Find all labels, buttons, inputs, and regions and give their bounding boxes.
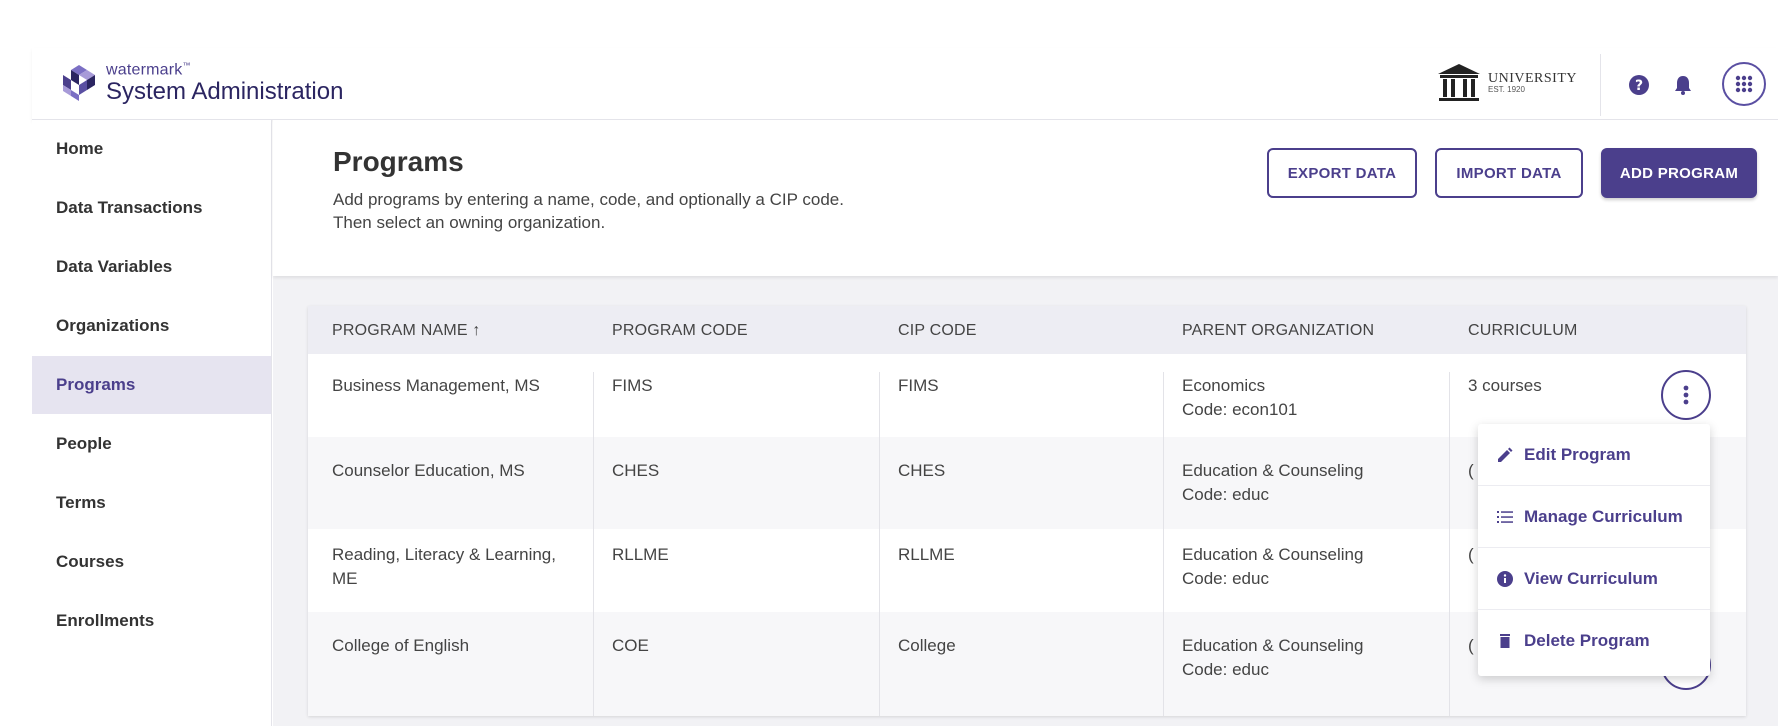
org-code: Code: econ101 [1182,400,1298,419]
cell-program-code: FIMS [612,376,653,395]
column-divider [1163,437,1164,529]
cell-program-code: RLLME [612,545,669,564]
university-logo: UNIVERSITY EST. 1920 [1436,62,1577,104]
page-description-line-2: Then select an owning organization. [333,213,606,232]
cell-program-name: College of English [332,636,470,655]
org-name: Education & Counseling [1182,636,1364,655]
column-divider [593,529,594,612]
column-divider [1449,437,1450,529]
column-divider [593,372,594,437]
header-program-code[interactable]: PROGRAM CODE [612,322,748,340]
sidebar-item-people[interactable]: People [32,414,271,473]
org-code: Code: educ [1182,485,1269,504]
cell-cip-code: FIMS [898,376,939,395]
cell-program-code: CHES [612,461,660,480]
header-divider [1600,54,1601,116]
menu-item-edit-program[interactable]: Edit Program [1478,424,1710,486]
import-data-button[interactable]: IMPORT DATA [1435,148,1583,198]
cell-cip-code: RLLME [898,545,955,564]
sidebar-item-home[interactable]: Home [32,120,271,179]
watermark-logo-icon [63,65,95,102]
page-title: Programs [333,146,464,177]
cell-curriculum: ( [1468,545,1474,564]
menu-item-view-curriculum[interactable]: View Curriculum [1478,548,1710,610]
column-divider [1163,372,1164,437]
column-divider [1163,612,1164,716]
sidebar-item-organizations[interactable]: Organizations [32,297,271,356]
sidebar-nav: Home Data Transactions Data Variables Or… [32,120,272,726]
cell-program-name: Counselor Education, MS [332,461,525,480]
page-description: Add programs by entering a name, code, a… [333,188,844,234]
org-name: Economics [1182,376,1266,395]
brand-name: watermark™ [106,61,191,79]
page-header: Programs Add programs by entering a name… [273,120,1778,276]
org-name: Education & Counseling [1182,461,1364,480]
info-icon [1497,570,1513,587]
page-description-line-1: Add programs by entering a name, code, a… [333,190,844,209]
university-est: EST. 1920 [1488,85,1525,95]
add-program-button[interactable]: ADD PROGRAM [1601,148,1757,198]
org-code: Code: educ [1182,569,1269,588]
apps-grid-button[interactable] [1722,62,1766,106]
sidebar-item-enrollments[interactable]: Enrollments [32,591,271,650]
list-icon [1497,510,1513,523]
column-divider [593,612,594,716]
cell-parent-organization: Education & Counseling Code: educ [1182,543,1363,591]
table-header: PROGRAM NAME ↑ PROGRAM CODE CIP CODE PAR… [308,306,1746,354]
org-code: Code: educ [1182,660,1269,679]
help-icon[interactable]: ? [1628,74,1650,96]
cell-curriculum: ( [1468,636,1474,655]
cell-curriculum: 3 courses [1468,376,1542,395]
cell-program-name: Business Management, MS [332,376,540,395]
svg-text:?: ? [1635,78,1643,94]
cell-program-name: Reading, Literacy & Learning, ME [332,545,556,588]
sidebar-item-courses[interactable]: Courses [32,532,271,591]
column-divider [1163,529,1164,612]
more-vertical-icon [1683,385,1689,405]
cell-cip-code: CHES [898,461,946,480]
header-curriculum[interactable]: CURRICULUM [1468,322,1578,340]
column-divider [1449,612,1450,716]
watermark-logo[interactable]: watermark™ System Administration [60,62,343,104]
cell-cip-code: College [898,636,956,655]
column-divider [1449,372,1450,437]
column-divider [879,437,880,529]
org-name: Education & Counseling [1182,545,1364,564]
grid-icon [1735,75,1753,93]
cell-parent-organization: Education & Counseling Code: educ [1182,634,1363,682]
column-divider [879,612,880,716]
header-program-name[interactable]: PROGRAM NAME ↑ [332,322,481,340]
sidebar-item-data-variables[interactable]: Data Variables [32,238,271,297]
row-actions-button[interactable] [1661,370,1711,420]
cell-parent-organization: Education & Counseling Code: educ [1182,459,1363,507]
column-divider [879,372,880,437]
university-building-icon [1438,64,1480,101]
trash-icon [1500,634,1510,648]
menu-item-delete-program[interactable]: Delete Program [1478,610,1710,672]
header-cip-code[interactable]: CIP CODE [898,322,977,340]
cell-curriculum: ( [1468,461,1474,480]
cell-parent-organization: Economics Code: econ101 [1182,374,1297,422]
cell-program-code: COE [612,636,649,655]
sidebar-item-terms[interactable]: Terms [32,473,271,532]
top-header: watermark™ System Administration UNIVERS… [32,48,1778,120]
pencil-icon [1498,447,1513,462]
row-actions-menu: Edit Program Manage Curriculum View Curr… [1478,424,1710,676]
column-divider [593,437,594,529]
university-name: UNIVERSITY [1488,70,1577,86]
bell-icon[interactable] [1672,74,1694,96]
sidebar-item-data-transactions[interactable]: Data Transactions [32,179,271,238]
menu-item-manage-curriculum[interactable]: Manage Curriculum [1478,486,1710,548]
header-parent-organization[interactable]: PARENT ORGANIZATION [1182,322,1374,340]
app-title: System Administration [106,78,344,106]
sidebar-item-programs[interactable]: Programs [32,355,271,415]
column-divider [879,529,880,612]
sort-ascending-icon: ↑ [472,322,481,339]
column-divider [1449,529,1450,612]
export-data-button[interactable]: EXPORT DATA [1267,148,1417,198]
